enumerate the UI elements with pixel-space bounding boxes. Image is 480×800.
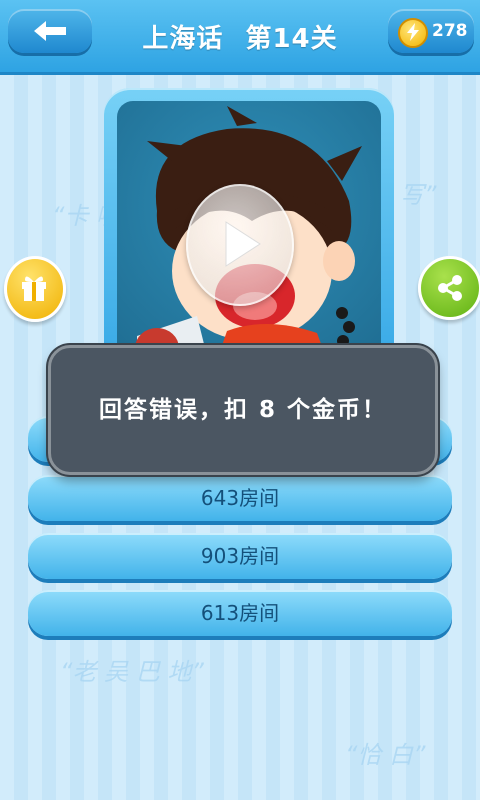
answer-option-3[interactable]: 903房间 — [28, 533, 452, 579]
back-button[interactable] — [8, 9, 92, 53]
play-icon — [225, 221, 261, 267]
share-button[interactable] — [418, 256, 480, 320]
background-decoration: “恰 白” — [345, 741, 426, 769]
gift-icon — [22, 276, 46, 301]
level-title: 上海话 第14关 — [100, 18, 380, 55]
level-number: 第14关 — [245, 24, 338, 54]
play-audio-button[interactable] — [186, 184, 294, 306]
coin-count: 278 — [432, 21, 468, 41]
wrong-answer-toast: 回答错误，扣 8 个金币！ — [48, 345, 438, 475]
gift-button[interactable] — [4, 256, 66, 322]
share-icon — [438, 275, 462, 301]
lightning-coin-icon — [398, 18, 428, 48]
back-arrow-icon — [34, 21, 66, 41]
dialect-name: 上海话 — [142, 24, 224, 54]
background-decoration: “老 吴 巴 地” — [60, 658, 204, 686]
background-decoration: 写” — [400, 181, 437, 209]
answer-option-2[interactable]: 643房间 — [28, 475, 452, 521]
answer-option-4[interactable]: 613房间 — [28, 590, 452, 636]
top-bar: 上海话 第14关 278 — [0, 0, 480, 75]
coin-balance-button[interactable]: 278 — [388, 9, 474, 53]
